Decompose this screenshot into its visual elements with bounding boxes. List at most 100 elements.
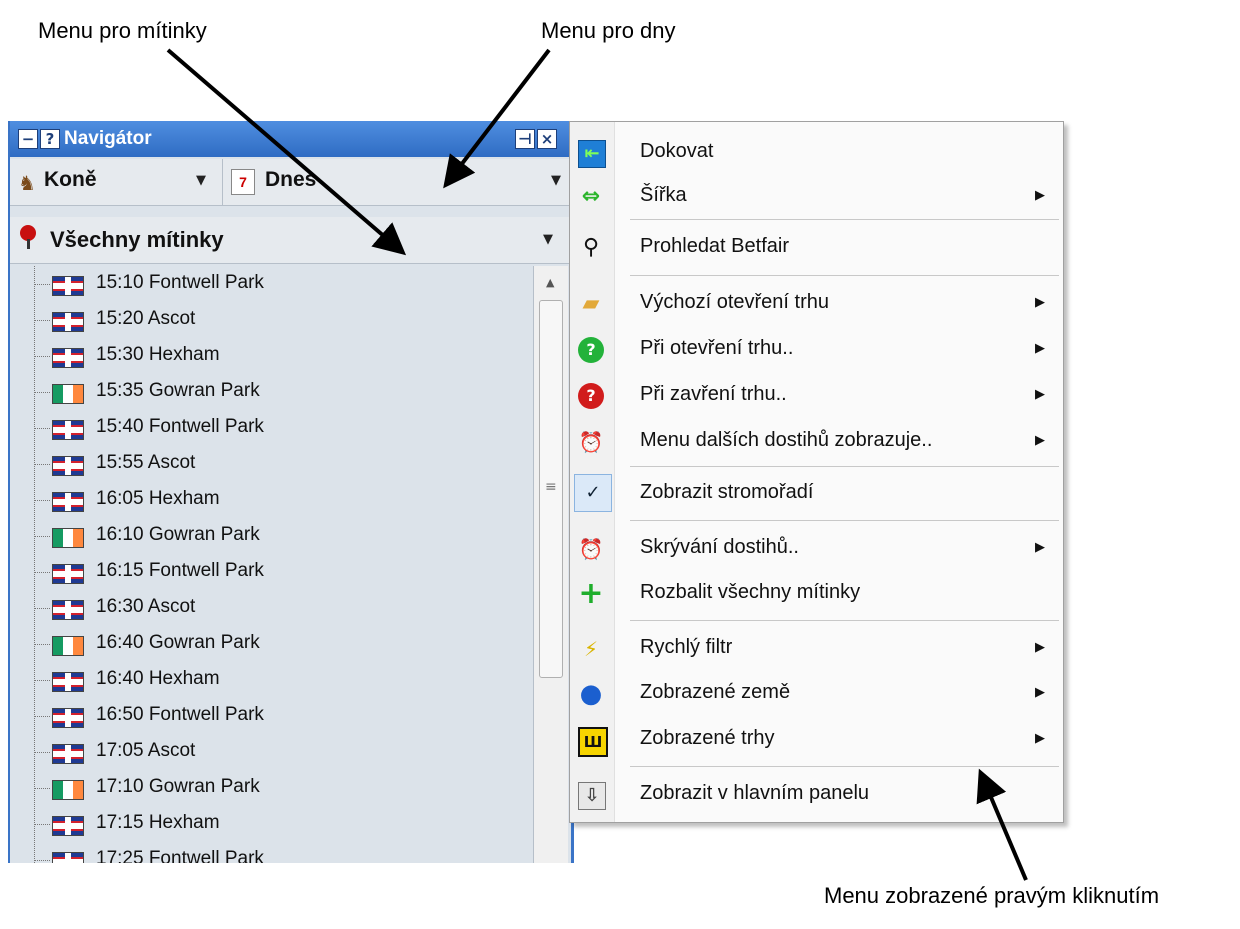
tree-branch-line [34, 464, 50, 465]
scroll-thumb[interactable]: ≡ [539, 300, 563, 678]
minimize-icon[interactable]: − [18, 129, 38, 149]
tree-branch-line [34, 320, 50, 321]
menu-item-label: Dokovat [640, 140, 714, 162]
race-row[interactable]: 17:25 Fontwell Park [10, 842, 510, 863]
race-row[interactable]: 16:10 Gowran Park [10, 518, 510, 554]
menu-separator [630, 219, 1059, 220]
uk-flag-icon [52, 276, 84, 296]
race-label: 16:30 Ascot [96, 596, 196, 617]
uk-flag-icon [52, 312, 84, 332]
race-row[interactable]: 16:15 Fontwell Park [10, 554, 510, 590]
menu-separator [630, 620, 1059, 621]
race-label: 15:10 Fontwell Park [96, 272, 264, 293]
folder-open-icon: ▰ [582, 291, 600, 316]
race-label: 15:55 Ascot [96, 452, 196, 473]
tree-branch-line [34, 356, 50, 357]
sport-dropdown[interactable]: ♞ Koně ▼ [10, 159, 220, 205]
uk-flag-icon [52, 564, 84, 584]
menu-item[interactable]: ✓ Zobrazit stromořadí [570, 473, 1063, 513]
menu-separator [630, 766, 1059, 767]
menu-item[interactable]: ⚡ Rychlý filtr ▶ [570, 628, 1063, 668]
race-row[interactable]: 17:05 Ascot [10, 734, 510, 770]
race-row[interactable]: 15:30 Hexham [10, 338, 510, 374]
menu-item[interactable]: ⏰ Skrývání dostihů.. ▶ [570, 528, 1063, 568]
globe-icon: ● [579, 679, 603, 709]
ireland-flag-icon [52, 780, 84, 800]
tree-branch-line [34, 644, 50, 645]
race-label: 17:25 Fontwell Park [96, 848, 264, 863]
menu-item[interactable]: ● Zobrazené země ▶ [570, 673, 1063, 713]
race-row[interactable]: 15:35 Gowran Park [10, 374, 510, 410]
uk-flag-icon [52, 852, 84, 863]
horse-icon: ♞ [18, 173, 36, 195]
menu-separator [630, 466, 1059, 467]
race-row[interactable]: 15:40 Fontwell Park [10, 410, 510, 446]
menu-item[interactable]: Ш Zobrazené trhy ▶ [570, 719, 1063, 759]
menu-separator [630, 275, 1059, 276]
uk-flag-icon [52, 708, 84, 728]
race-row[interactable]: 15:55 Ascot [10, 446, 510, 482]
meetings-filter-label: Všechny mítinky [50, 227, 224, 252]
race-label: 16:10 Gowran Park [96, 524, 260, 545]
race-row[interactable]: 16:50 Fontwell Park [10, 698, 510, 734]
sport-day-bar: ♞ Koně ▼ 7 Dnes ▼ [10, 159, 571, 206]
submenu-arrow-icon: ▶ [1035, 341, 1045, 356]
meetings-dropdown[interactable]: Všechny mítinky ▼ [10, 217, 571, 264]
markets-icon: Ш [578, 727, 608, 757]
race-label: 16:40 Hexham [96, 668, 220, 689]
race-row[interactable]: 15:20 Ascot [10, 302, 510, 338]
location-pin-stem [27, 239, 30, 249]
menu-item-label: Zobrazené země [640, 681, 791, 703]
menu-item-label: Menu dalších dostihů zobrazuje.. [640, 429, 933, 451]
navigator-title: Navigátor [64, 128, 152, 149]
help-icon[interactable]: ? [40, 129, 60, 149]
tree-branch-line [34, 428, 50, 429]
tree-branch-line [34, 500, 50, 501]
sport-label: Koně [44, 168, 97, 191]
race-row[interactable]: 16:05 Hexham [10, 482, 510, 518]
close-icon[interactable]: × [537, 129, 557, 149]
menu-item-label: Při otevření trhu.. [640, 337, 794, 359]
menu-item[interactable]: ? Při otevření trhu.. ▶ [570, 329, 1063, 369]
race-row[interactable]: 15:10 Fontwell Park [10, 266, 510, 302]
menu-item[interactable]: ⚲ Prohledat Betfair [570, 227, 1063, 267]
race-row[interactable]: 16:40 Hexham [10, 662, 510, 698]
menu-item-label: Rozbalit všechny mítinky [640, 581, 861, 603]
race-row[interactable]: 16:40 Gowran Park [10, 626, 510, 662]
menu-item[interactable]: ? Při zavření trhu.. ▶ [570, 375, 1063, 415]
race-tree: 15:10 Fontwell Park 15:20 Ascot 15:30 Hexh… [10, 266, 534, 863]
submenu-arrow-icon: ▶ [1035, 640, 1045, 655]
submenu-arrow-icon: ▶ [1035, 188, 1045, 203]
menu-item[interactable]: + Rozbalit všechny mítinky [570, 573, 1063, 613]
race-label: 15:20 Ascot [96, 308, 196, 329]
pin-icon[interactable]: ⊣ [515, 129, 535, 149]
tree-branch-line [34, 860, 50, 861]
menu-item[interactable]: ⏰ Menu dalších dostihů zobrazuje.. ▶ [570, 421, 1063, 461]
tree-branch-line [34, 824, 50, 825]
tree-scrollbar[interactable]: ▲ ≡ [534, 266, 568, 863]
grip-icon: ≡ [545, 479, 557, 495]
race-label: 16:40 Gowran Park [96, 632, 260, 653]
menu-item-label: Prohledat Betfair [640, 235, 789, 257]
menu-item-label: Skrývání dostihů.. [640, 536, 799, 558]
menu-separator [630, 520, 1059, 521]
race-row[interactable]: 17:10 Gowran Park [10, 770, 510, 806]
menu-item-label: Zobrazit v hlavním panelu [640, 782, 870, 804]
race-label: 17:05 Ascot [96, 740, 196, 761]
menu-item[interactable]: ⇩ Zobrazit v hlavním panelu [570, 774, 1063, 814]
race-label: 16:15 Fontwell Park [96, 560, 264, 581]
tree-branch-line [34, 680, 50, 681]
day-dropdown[interactable]: 7 Dnes ▼ [222, 159, 568, 205]
scroll-up-icon[interactable]: ▲ [546, 276, 554, 289]
menu-item[interactable]: ⇤ Dokovat [570, 132, 1063, 172]
tree-branch-line [34, 536, 50, 537]
submenu-arrow-icon: ▶ [1035, 387, 1045, 402]
down-arrow-icon: ⇩ [578, 782, 606, 810]
ireland-flag-icon [52, 528, 84, 548]
menu-item[interactable]: ⇔ Šířka ▶ [570, 176, 1063, 216]
menu-item[interactable]: ▰ Výchozí otevření trhu ▶ [570, 283, 1063, 323]
race-row[interactable]: 16:30 Ascot [10, 590, 510, 626]
chevron-down-icon: ▼ [196, 173, 206, 188]
race-row[interactable]: 17:15 Hexham [10, 806, 510, 842]
uk-flag-icon [52, 420, 84, 440]
